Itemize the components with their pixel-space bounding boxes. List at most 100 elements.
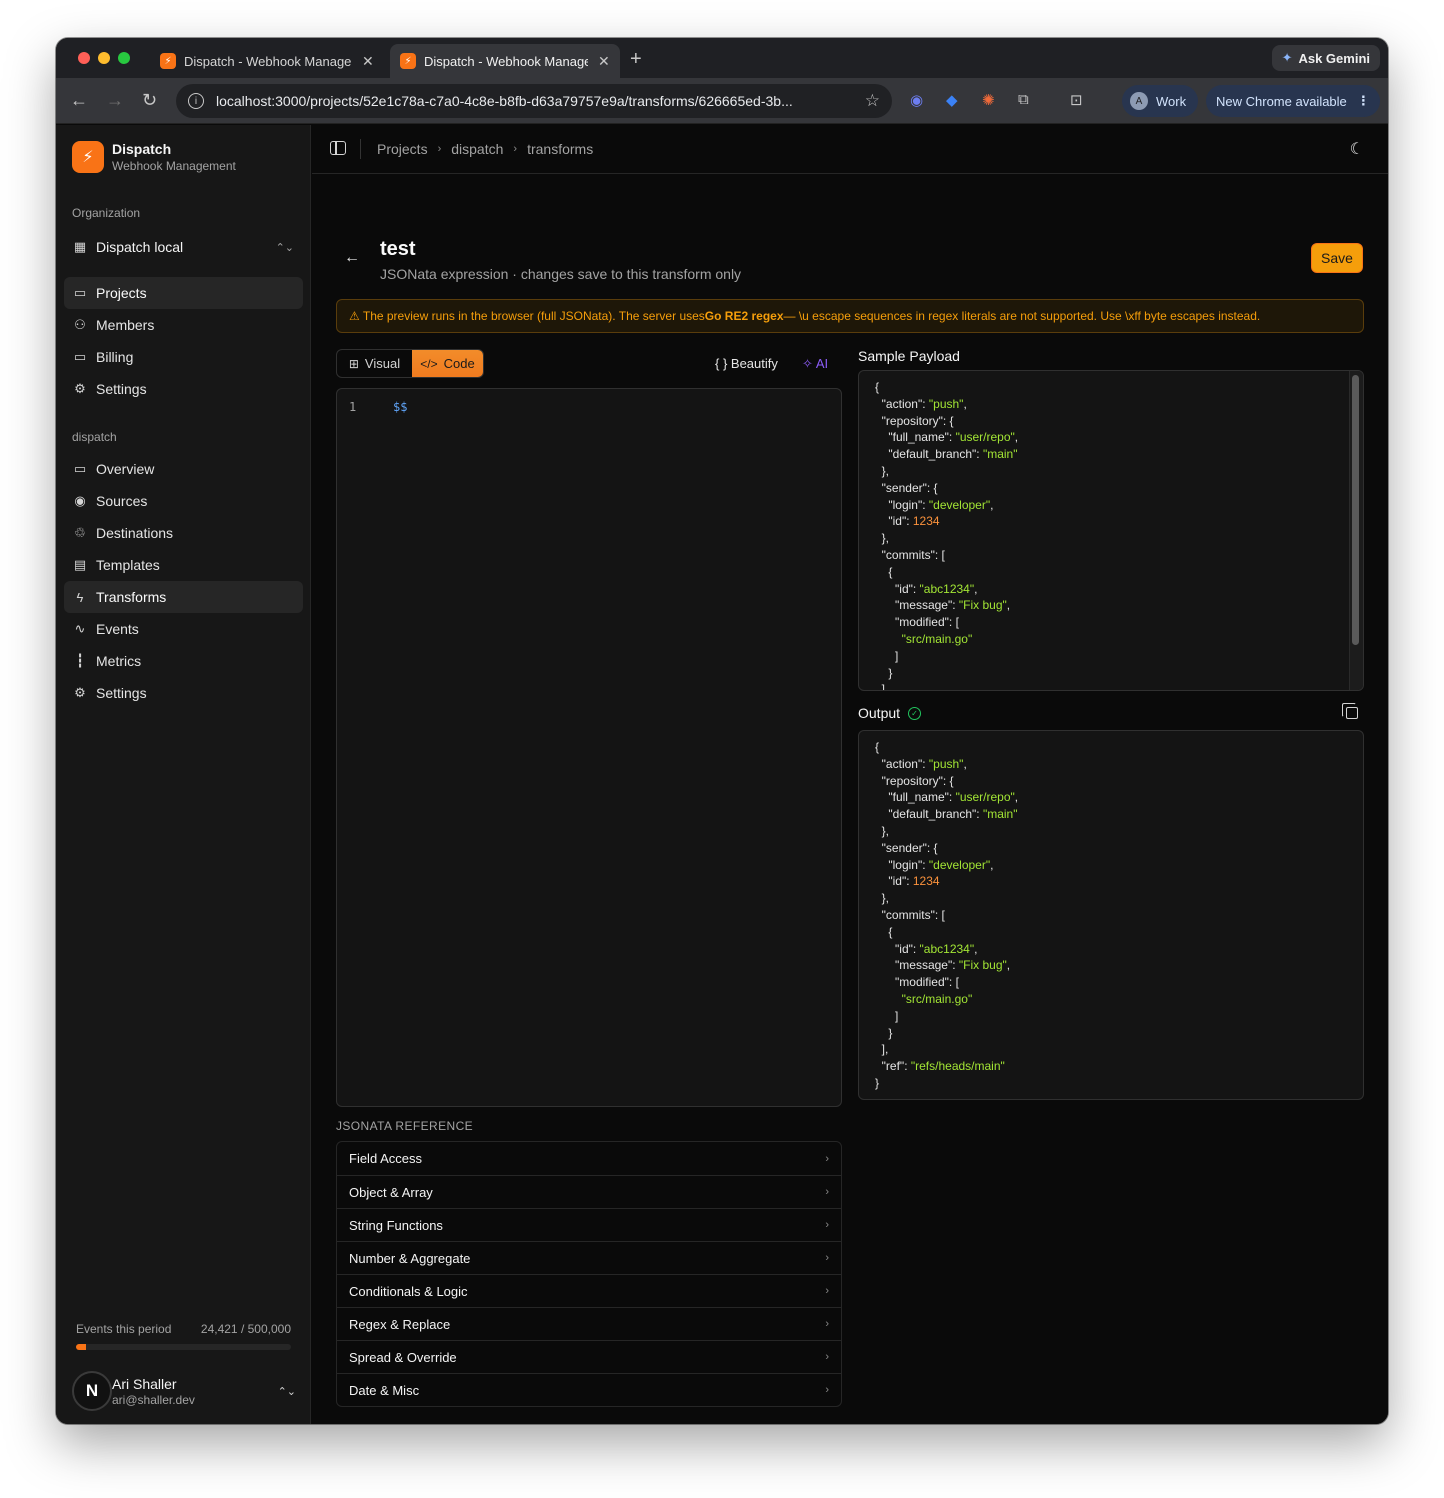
scrollbar-thumb[interactable] (1352, 375, 1359, 645)
ask-gemini-label: Ask Gemini (1298, 50, 1370, 66)
mode-code-button[interactable]: </> Code (411, 350, 483, 377)
breadcrumb-transforms[interactable]: transforms (527, 141, 593, 157)
extension-asterisk-icon[interactable]: ✺ (982, 91, 995, 109)
line-number: 1 (349, 400, 357, 414)
sidebar-toggle-icon[interactable] (330, 141, 346, 155)
reference-item-regex-replace[interactable]: Regex & Replace › (337, 1307, 841, 1340)
main-content: Projects › dispatch › transforms ☾ ← tes… (312, 125, 1388, 1424)
reference-item-number-aggregate[interactable]: Number & Aggregate › (337, 1241, 841, 1274)
warning-text-suffix: — \u escape sequences in regex literals … (783, 309, 1261, 323)
ai-label: AI (815, 356, 829, 371)
browser-tab[interactable]: ⚡ Dispatch - Webhook Management ✕ (150, 44, 386, 78)
sidebar-item-billing[interactable]: ▭ Billing (64, 341, 303, 373)
sidebar-item-projects[interactable]: ▭ Projects (64, 277, 303, 309)
reference-item-object-array[interactable]: Object & Array › (337, 1175, 841, 1208)
extension-tag-icon[interactable]: ◆ (946, 91, 958, 109)
folder-open-icon: ▭ (73, 461, 87, 476)
close-tab-icon[interactable]: ✕ (362, 53, 374, 70)
extensions-puzzle-icon[interactable]: ⧉ (1018, 91, 1029, 108)
gemini-spark-icon: ✦ (1281, 50, 1293, 65)
sidebar-item-label: Settings (96, 685, 147, 701)
ai-button[interactable]: ✧ AI (802, 356, 828, 372)
mode-visual-button[interactable]: ⊞ Visual (337, 350, 412, 377)
usage-progress-bar (76, 1344, 291, 1350)
sidebar-item-sources[interactable]: ◉ Sources (64, 485, 303, 517)
browser-tab-active[interactable]: ⚡ Dispatch - Webhook Management ✕ (390, 44, 620, 78)
copy-icon[interactable] (1342, 703, 1358, 719)
sample-payload-json[interactable]: { "action": "push", "repository": { "ful… (875, 379, 1347, 690)
bookmark-star-icon[interactable]: ☆ (865, 91, 880, 111)
beautify-button[interactable]: { } Beautify (715, 356, 778, 371)
reference-item-date-misc[interactable]: Date & Misc › (337, 1373, 841, 1406)
back-arrow-icon[interactable]: ← (344, 249, 360, 267)
chevron-right-icon: › (825, 1252, 829, 1264)
sidebar-item-templates[interactable]: ▤ Templates (64, 549, 303, 581)
profile-avatar: A (1130, 92, 1148, 110)
sidebar-item-label: Billing (96, 349, 134, 365)
breadcrumb-dispatch[interactable]: dispatch (451, 141, 503, 157)
code-line[interactable]: $$ (393, 400, 407, 414)
regex-warning-banner: ⚠ The preview runs in the browser (full … (336, 299, 1364, 333)
reload-icon[interactable]: ↻ (142, 90, 157, 111)
sidebar-item-metrics[interactable]: ┇ Metrics (64, 645, 303, 677)
sidebar-item-label: Destinations (96, 525, 174, 541)
reference-item-field-access[interactable]: Field Access › (337, 1142, 841, 1175)
site-info-icon[interactable]: i (188, 93, 204, 109)
sidebar-item-members[interactable]: ⚇ Members (64, 309, 303, 341)
sidebar-item-project-settings[interactable]: ⚙ Settings (64, 677, 303, 709)
browser-window: ⚡ Dispatch - Webhook Management ✕ ⚡ Disp… (56, 38, 1388, 1424)
sidebar-item-events[interactable]: ∿ Events (64, 613, 303, 645)
header-divider (360, 139, 361, 159)
address-bar[interactable]: i localhost:3000/projects/52e1c78a-c7a0-… (176, 84, 892, 118)
breadcrumb-projects[interactable]: Projects (377, 141, 428, 157)
tab-title: Dispatch - Webhook Management (424, 53, 588, 69)
code-editor[interactable]: 1 $$ (336, 388, 842, 1107)
warning-text-bold: Go RE2 regex (704, 309, 784, 323)
close-tab-icon[interactable]: ✕ (598, 53, 610, 70)
user-menu[interactable]: N Ari Shaller ari@shaller.dev ⌃⌄ (72, 1370, 296, 1412)
more-menu-icon[interactable]: ⋮ (1357, 93, 1370, 109)
users-icon: ⚇ (74, 317, 86, 332)
extension-broadcast-icon[interactable]: ◉ (910, 91, 923, 109)
organization-select[interactable]: ▦ Dispatch local ⌃⌄ (64, 231, 304, 263)
profile-button[interactable]: A Work (1122, 85, 1199, 117)
sample-payload-editor[interactable]: { "action": "push", "repository": { "ful… (858, 370, 1364, 691)
reference-item-label: Object & Array (349, 1184, 433, 1200)
brand[interactable]: ⚡ Dispatch Webhook Management (72, 141, 236, 173)
reference-item-spread-override[interactable]: Spread & Override › (337, 1340, 841, 1373)
organization-name: Dispatch local (96, 239, 184, 255)
theme-toggle-moon-icon[interactable]: ☾ (1350, 139, 1364, 159)
sample-payload-label: Sample Payload (858, 348, 960, 364)
file-text-icon: ▤ (73, 557, 87, 572)
forward-nav-icon[interactable]: → (106, 90, 124, 111)
brand-name: Dispatch (112, 141, 172, 157)
maximize-window-button[interactable] (118, 52, 130, 64)
output-label-row: Output ✓ (858, 705, 922, 721)
reference-item-label: Number & Aggregate (349, 1250, 471, 1266)
reference-item-label: Field Access (349, 1151, 422, 1166)
chrome-update-button[interactable]: New Chrome available ⋮ (1206, 85, 1380, 117)
reference-item-string-functions[interactable]: String Functions › (337, 1208, 841, 1241)
close-window-button[interactable] (78, 52, 90, 64)
sidebar-item-destinations[interactable]: ♲ Destinations (64, 517, 303, 549)
minimize-window-button[interactable] (98, 52, 110, 64)
chevron-right-icon: › (825, 1384, 829, 1396)
scrollbar-track[interactable] (1349, 371, 1363, 690)
activity-icon: ∿ (74, 621, 86, 636)
ask-gemini-button[interactable]: ✦ Ask Gemini (1271, 45, 1380, 71)
back-nav-icon[interactable]: ← (70, 90, 88, 111)
sidebar-item-org-settings[interactable]: ⚙ Settings (64, 373, 303, 405)
save-button[interactable]: Save (1311, 243, 1363, 273)
folder-icon: ▭ (73, 285, 87, 300)
sidebar-item-overview[interactable]: ▭ Overview (64, 453, 303, 485)
reference-accordion: Field Access › Object & Array › String Fun… (336, 1141, 842, 1407)
sidebar-item-label: Transforms (96, 589, 167, 605)
chevron-right-icon: › (437, 143, 442, 155)
tab-search-icon[interactable]: ⊡ (1070, 91, 1083, 109)
check-circle-icon: ✓ (908, 706, 922, 720)
sidebar-item-transforms[interactable]: ϟ Transforms (64, 581, 303, 613)
reference-item-conditionals-logic[interactable]: Conditionals & Logic › (337, 1274, 841, 1307)
new-tab-icon[interactable]: + (630, 48, 642, 71)
user-name: Ari Shaller (112, 1375, 177, 1392)
broadcast-icon: ◉ (74, 493, 86, 508)
